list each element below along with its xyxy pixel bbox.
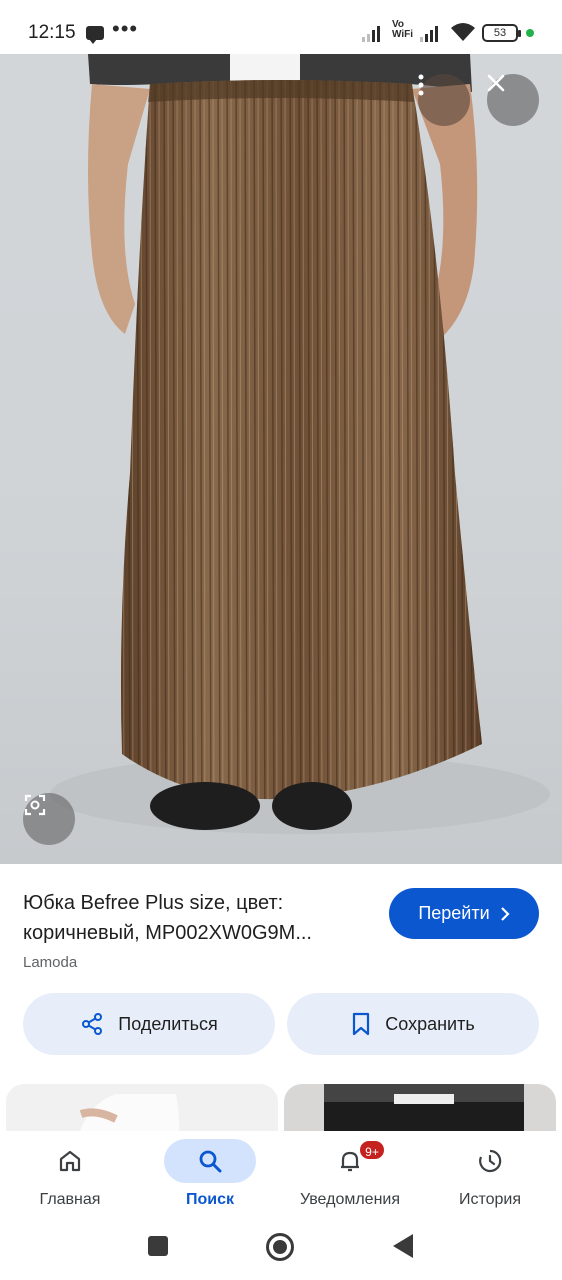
notification-badge: 9+ (358, 1139, 386, 1161)
signal-icon (362, 24, 380, 42)
bottom-navigation: Главная Поиск 9+ Уведомления История (0, 1131, 562, 1226)
nav-notifications-label: Уведомления (299, 1191, 401, 1208)
share-button[interactable]: Поделиться (23, 993, 275, 1055)
status-time: 12:15 (28, 22, 76, 43)
save-label: Сохранить (385, 1013, 475, 1034)
close-icon (487, 74, 505, 92)
more-notifications-icon: ••• (112, 16, 139, 41)
more-options-button[interactable] (418, 74, 470, 126)
vowifi-label: Vo WiFi (392, 19, 414, 40)
back-button[interactable] (393, 1234, 413, 1258)
recents-button[interactable] (148, 1236, 168, 1256)
skirt-photo (50, 54, 550, 834)
nav-home[interactable]: Главная (0, 1131, 140, 1226)
history-icon (479, 1149, 502, 1173)
wifi-icon (451, 23, 475, 41)
signal-icon-2 (420, 24, 438, 42)
share-icon (82, 1013, 103, 1035)
nav-history-icon-wrap (444, 1139, 536, 1183)
save-button[interactable]: Сохранить (287, 993, 539, 1055)
bookmark-icon (353, 1012, 370, 1036)
system-navigation (0, 1226, 562, 1280)
goto-label: Перейти (418, 903, 490, 923)
more-vert-icon (418, 74, 424, 96)
nav-home-label: Главная (39, 1191, 101, 1208)
status-bar: 12:15 ••• Vo WiFi 53 (0, 0, 562, 54)
nav-home-icon-wrap (24, 1139, 116, 1183)
goto-button[interactable]: Перейти (389, 888, 539, 939)
search-icon (199, 1150, 222, 1173)
nav-search-icon-wrap (164, 1139, 256, 1183)
close-button[interactable] (487, 74, 539, 126)
product-image[interactable] (0, 54, 562, 864)
privacy-indicator (526, 29, 534, 37)
home-icon (59, 1150, 81, 1172)
product-title[interactable]: Юбка Befree Plus size, цвет: коричневый,… (23, 888, 383, 948)
lens-icon (24, 794, 46, 816)
share-label: Поделиться (118, 1013, 218, 1034)
message-icon (86, 26, 104, 44)
nav-search-label: Поиск (185, 1191, 234, 1208)
nav-search[interactable]: Поиск (140, 1131, 280, 1226)
nav-history[interactable]: История (420, 1131, 560, 1226)
chevron-right-icon (500, 906, 510, 921)
nav-notifications[interactable]: 9+ Уведомления (280, 1131, 420, 1226)
lens-button[interactable] (23, 793, 75, 845)
home-button[interactable] (266, 1233, 294, 1261)
nav-history-label: История (458, 1191, 522, 1208)
product-source: Lamoda (23, 954, 78, 971)
battery-icon: 53 (482, 24, 521, 42)
